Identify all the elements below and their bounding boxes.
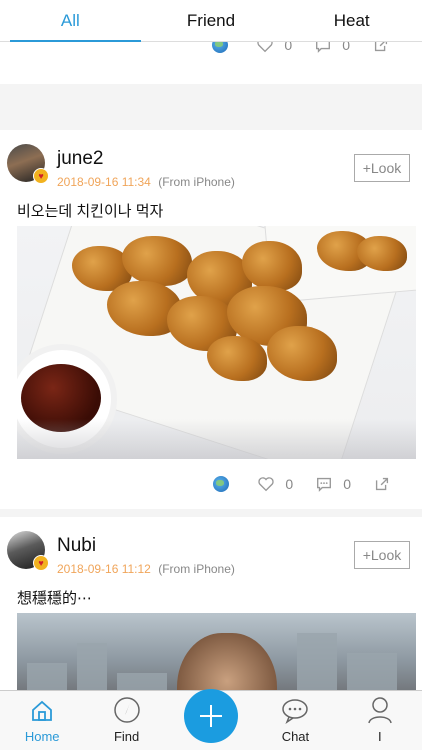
- comment-count: 0: [342, 42, 350, 53]
- nav-find[interactable]: Find: [84, 691, 168, 750]
- globe-icon[interactable]: [212, 42, 229, 53]
- like-button[interactable]: 0: [257, 475, 315, 493]
- create-post-button[interactable]: [184, 689, 239, 743]
- share-button[interactable]: [373, 475, 391, 493]
- post-source: (From iPhone): [158, 175, 235, 189]
- person-figure: [177, 633, 277, 690]
- feed-post[interactable]: ♥ june2 2018-09-16 11:34 (From iPhone) +…: [0, 130, 422, 509]
- like-count: 0: [284, 42, 293, 53]
- plus-icon: [200, 705, 223, 727]
- previous-post-actions: 0 0: [0, 42, 422, 84]
- post-username[interactable]: june2: [57, 148, 104, 170]
- compass-icon: [113, 697, 140, 723]
- top-tab-bar: All Friend Heat: [0, 0, 422, 42]
- post-username[interactable]: Nubi: [57, 535, 96, 557]
- share-icon: [374, 42, 388, 52]
- post-separator: [0, 84, 422, 130]
- post-timestamp: 2018-09-16 11:12: [57, 562, 151, 576]
- post-timestamp: 2018-09-16 11:34: [57, 175, 151, 189]
- nav-create: [169, 689, 253, 750]
- post-header: ♥ june2 2018-09-16 11:34 (From iPhone) +…: [0, 130, 422, 189]
- nav-home[interactable]: Home: [0, 691, 84, 750]
- heart-icon: [258, 477, 275, 492]
- globe-icon[interactable]: [213, 476, 230, 492]
- post-image[interactable]: [17, 613, 416, 690]
- nav-label: Home: [24, 729, 60, 744]
- person-icon: [368, 697, 392, 724]
- feed-list[interactable]: 0 0 ♥ june2 2018-09-16 11:34 (From iPhon…: [0, 42, 422, 690]
- post-text: 비오는데 치킨이나 먹자: [17, 203, 164, 220]
- home-icon: [32, 700, 53, 721]
- share-button[interactable]: [372, 42, 390, 54]
- look-button[interactable]: +Look: [354, 541, 410, 569]
- share-icon: [375, 477, 389, 491]
- like-count: 0: [285, 476, 294, 492]
- post-text: 想穩穩的⋯: [17, 590, 93, 607]
- comment-button[interactable]: 0: [314, 42, 372, 54]
- comment-icon: [316, 42, 331, 53]
- post-meta: 2018-09-16 11:12 (From iPhone): [57, 562, 235, 576]
- nav-me[interactable]: I: [338, 691, 422, 750]
- heart-icon: [257, 42, 274, 53]
- post-actions: 0 0: [0, 459, 422, 509]
- feed-post[interactable]: ♥ Nubi 2018-09-16 11:12 (From iPhone) +L…: [0, 517, 422, 690]
- vip-crown-badge-icon: ♥: [33, 168, 49, 184]
- nav-label: Find: [113, 729, 140, 744]
- bottom-tab-bar: Home Find Chat I: [0, 689, 422, 750]
- post-separator: [0, 509, 422, 517]
- nav-label: Chat: [281, 729, 310, 744]
- comment-button[interactable]: 0: [315, 475, 373, 493]
- vip-crown-badge-icon: ♥: [33, 555, 49, 571]
- look-button[interactable]: +Look: [354, 154, 410, 182]
- comment-count: 0: [343, 476, 351, 492]
- post-source: (From iPhone): [158, 562, 235, 576]
- post-header: ♥ Nubi 2018-09-16 11:12 (From iPhone) +L…: [0, 517, 422, 576]
- tab-friend[interactable]: Friend: [141, 0, 282, 41]
- nav-chat[interactable]: Chat: [253, 691, 337, 750]
- tab-all[interactable]: All: [0, 0, 141, 42]
- comment-icon: [317, 477, 332, 492]
- post-meta: 2018-09-16 11:34 (From iPhone): [57, 175, 235, 189]
- nav-label: I: [378, 729, 382, 744]
- like-button[interactable]: 0: [256, 42, 314, 54]
- post-image[interactable]: [17, 226, 416, 459]
- tab-heat[interactable]: Heat: [281, 0, 422, 41]
- chat-bubble-icon: [282, 699, 309, 724]
